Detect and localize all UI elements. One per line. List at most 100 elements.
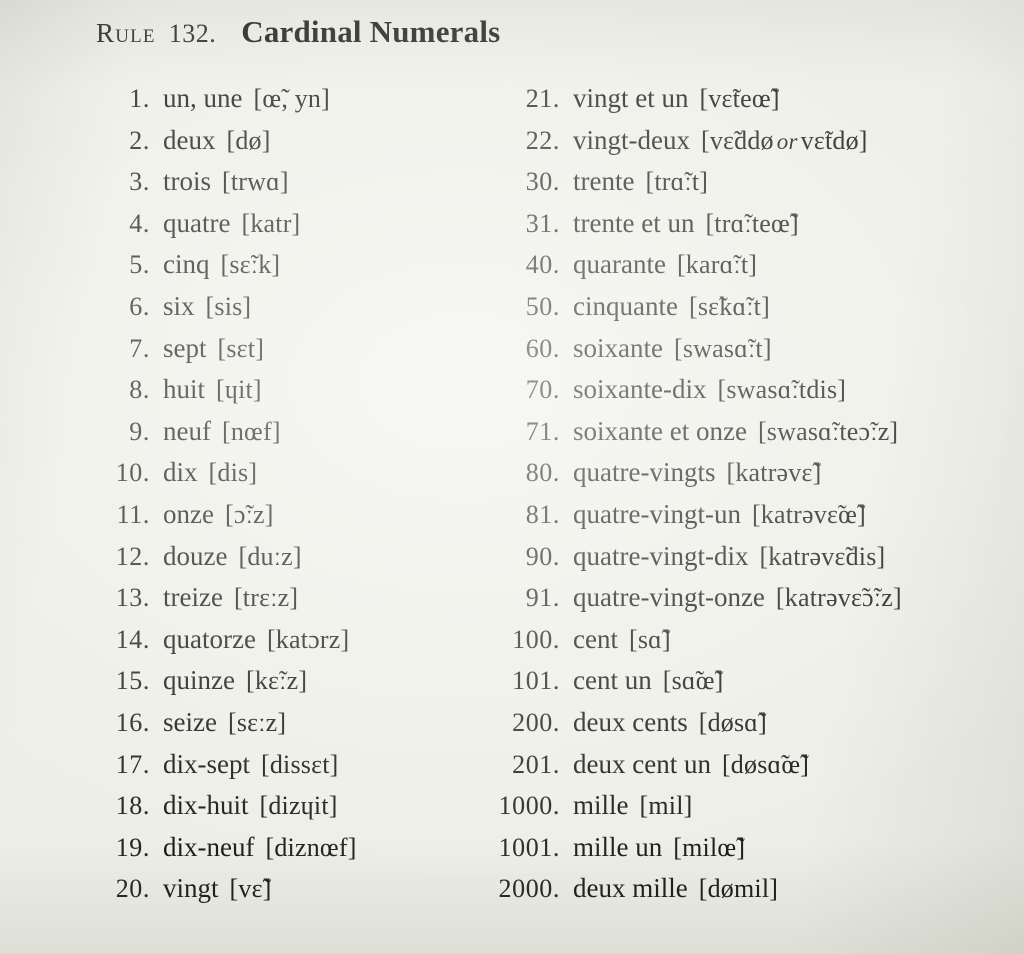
rule-label: Rule <box>96 18 156 48</box>
numeral-row: 2. deux [dø] <box>92 120 492 162</box>
numeral-index: 80. <box>525 458 560 488</box>
numeral-word: quatre-vingt-onze <box>573 582 765 613</box>
numeral-word: vingt <box>163 873 219 904</box>
numeral-word: dix-neuf <box>163 831 255 862</box>
numeral-index: 9. <box>129 416 150 446</box>
numeral-row: 15. quinze [kɛ̃ːz] <box>92 660 492 702</box>
numeral-word: trois <box>163 166 212 197</box>
numeral-pronunciation: [milœ̃] <box>673 832 746 862</box>
numeral-pronunciation: [dis] <box>208 458 258 488</box>
numeral-row: 80. quatre-vingts [katrəvɛ̃] <box>452 452 1024 494</box>
numeral-word: quatre-vingts <box>573 457 716 488</box>
pronunciation-primary: [vɛ̃ddø <box>700 125 774 155</box>
numeral-word: huit <box>163 374 206 405</box>
numeral-row: 17. dix-sept [dissɛt] <box>92 744 492 786</box>
numeral-row: 91. quatre-vingt-onze [katrəvɛ̃ɔ̃ːz] <box>452 577 1024 619</box>
numeral-pronunciation: [katr] <box>241 208 301 238</box>
numeral-index: 19. <box>115 832 150 862</box>
numeral-row: 16. seize [sɛːz] <box>92 702 492 744</box>
numeral-pronunciation: [vɛ̃ddø or vɛ̃tdø] <box>701 120 868 163</box>
numeral-word: mille un <box>573 831 663 862</box>
numeral-pronunciation: [diznœf] <box>265 832 357 862</box>
numeral-row: 11. onze [ɔ̃ːz] <box>92 494 492 536</box>
numeral-index: 1. <box>129 84 150 113</box>
numeral-index: 200. <box>512 707 560 737</box>
numeral-pronunciation: [katrəvɛ̃ɔ̃ːz] <box>775 583 902 613</box>
numeral-index: 201. <box>512 749 560 779</box>
numeral-index: 8. <box>129 375 150 405</box>
numeral-word: deux cents <box>573 706 688 737</box>
numeral-word: cinq <box>163 249 210 280</box>
numeral-index: 7. <box>129 333 150 363</box>
numeral-pronunciation: [dizɥit] <box>259 791 338 821</box>
numeral-pronunciation: [katrəvɛ̃dis] <box>759 541 886 571</box>
numeral-pronunciation: [œ̃, yn] <box>253 84 330 113</box>
numeral-index: 13. <box>115 583 150 613</box>
numeral-row: 14. quatorze [katɔrz] <box>92 619 492 661</box>
numeral-index: 12. <box>115 541 150 571</box>
numeral-index: 1001. <box>498 832 560 862</box>
numeral-pronunciation: [ɥit] <box>216 375 262 405</box>
numeral-row: 21. vingt et un [vɛ̃teœ̃] <box>452 78 1024 120</box>
numeral-pronunciation: [sɛːz] <box>227 707 287 737</box>
numeral-index: 22. <box>525 125 560 155</box>
numeral-row: 1. un, une [œ̃, yn] <box>92 78 492 120</box>
numeral-word: mille <box>573 790 629 821</box>
numeral-word: vingt-deux <box>573 124 690 155</box>
numeral-pronunciation: [sɑ̃] <box>628 624 671 654</box>
numeral-row: 13. treize [trɛːz] <box>92 577 492 619</box>
numeral-row: 50. cinquante [sɛ̃kɑ̃ːt] <box>452 286 1024 328</box>
numeral-word: treize <box>163 582 223 613</box>
numeral-row: 101. cent un [sɑ̃œ̃] <box>452 660 1024 702</box>
numeral-index: 17. <box>115 749 150 779</box>
numeral-pronunciation: [trwɑ] <box>222 167 289 197</box>
numeral-index: 11. <box>116 499 150 529</box>
numeral-row: 9. neuf [nœf] <box>92 411 492 453</box>
numeral-index: 14. <box>115 624 150 654</box>
numeral-row: 200. deux cents [døsɑ̃] <box>452 702 1024 744</box>
numeral-row: 5. cinq [sɛ̃ːk] <box>92 244 492 286</box>
numeral-pronunciation: [sɑ̃œ̃] <box>662 666 724 696</box>
numeral-index: 40. <box>525 250 560 280</box>
numeral-row: 100. cent [sɑ̃] <box>452 619 1024 661</box>
numeral-word: dix-sept <box>163 748 250 779</box>
numeral-pronunciation: [kɛ̃ːz] <box>245 666 308 696</box>
numeral-word: quatre-vingt-dix <box>573 540 749 571</box>
numeral-word: quatorze <box>163 623 256 654</box>
numeral-pronunciation: [karɑ̃ːt] <box>676 250 758 280</box>
numeral-index: 91. <box>525 583 560 613</box>
numeral-row: 201. deux cent un [døsɑ̃œ̃] <box>452 744 1024 786</box>
numeral-word: soixante-dix <box>573 374 707 405</box>
numeral-pronunciation: [dissɛt] <box>261 749 339 779</box>
numeral-pronunciation: [sis] <box>205 291 252 321</box>
numeral-row: 20. vingt [vɛ̃] <box>92 868 492 910</box>
pronunciation-secondary: vɛ̃tdø] <box>800 125 868 155</box>
numeral-word: quatre-vingt-un <box>573 498 741 529</box>
numeral-index: 16. <box>115 707 150 737</box>
numeral-pronunciation: [swasɑ̃ːt] <box>673 333 772 363</box>
numeral-row: 1001. mille un [milœ̃] <box>452 827 1024 869</box>
numeral-word: six <box>163 290 195 321</box>
numeral-row: 18. dix-huit [dizɥit] <box>92 785 492 827</box>
numeral-word: soixante et onze <box>573 415 747 446</box>
numeral-word: dix-huit <box>163 790 249 821</box>
numeral-word: quatre <box>163 207 231 238</box>
numeral-index: 31. <box>525 208 560 238</box>
numeral-word: vingt et un <box>573 83 689 113</box>
numeral-pronunciation: [trɑ̃ːt] <box>645 167 709 197</box>
numeral-pronunciation: [vɛ̃teœ̃] <box>699 84 780 113</box>
numeral-row: 6. six [sis] <box>92 286 492 328</box>
numeral-row: 1000. mille [mil] <box>452 785 1024 827</box>
numeral-pronunciation: [dømil] <box>698 874 779 904</box>
numeral-row: 31. trente et un [trɑ̃ːteœ̃] <box>452 203 1024 245</box>
numeral-word: trente <box>573 166 635 197</box>
book-page: Rule 132. Cardinal Numerals 1. un, une [œ̃… <box>0 0 1024 954</box>
numeral-word: onze <box>163 498 214 529</box>
numeral-word: seize <box>163 706 217 737</box>
numeral-pronunciation: [ɔ̃ːz] <box>224 499 274 529</box>
numeral-word: quinze <box>163 665 235 696</box>
numeral-index: 30. <box>525 167 560 197</box>
numeral-pronunciation: [nœf] <box>221 416 281 446</box>
numeral-row: 40. quarante [karɑ̃ːt] <box>452 244 1024 286</box>
numeral-index: 6. <box>129 291 150 321</box>
